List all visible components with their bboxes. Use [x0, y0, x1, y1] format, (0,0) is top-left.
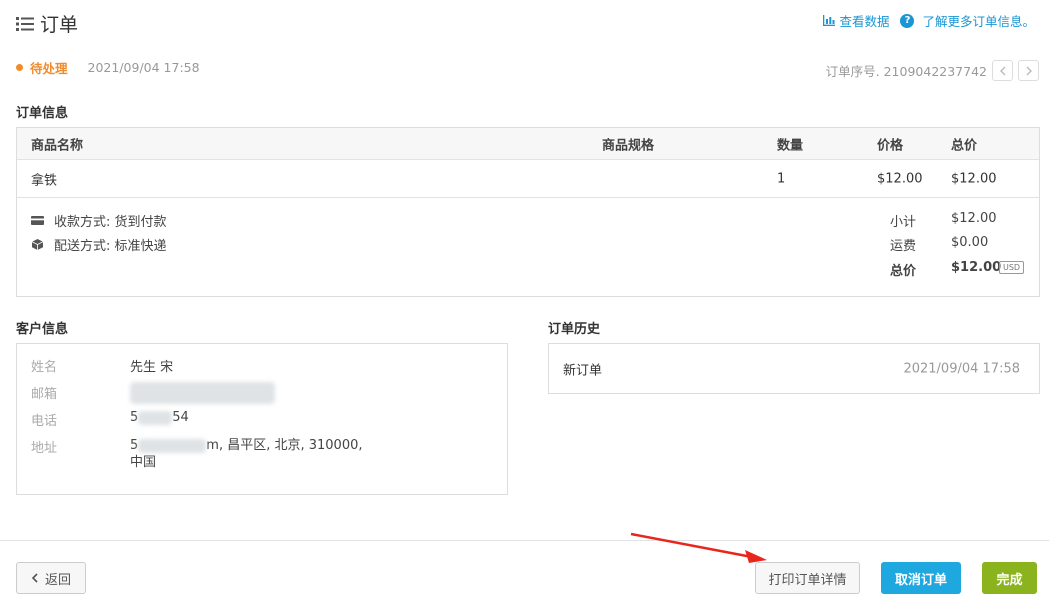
view-data-link[interactable]: 查看数据: [823, 11, 889, 30]
address-prefix: 5: [130, 438, 139, 453]
payment-method-text: 收款方式: 货到付款: [54, 215, 167, 230]
table-row: 拿铁 1 $12.00 $12.00: [17, 160, 1039, 198]
item-quantity: 1: [777, 171, 786, 186]
customer-address-value: 5 m, 昌平区, 北京, 310000, 中国: [130, 437, 363, 471]
chevron-right-icon: [1026, 66, 1032, 75]
freight-value: $0.00: [951, 235, 989, 250]
subtotal-label: 小计: [889, 215, 916, 230]
view-data-label: 查看数据: [839, 14, 890, 29]
complete-order-button[interactable]: 完成: [982, 562, 1037, 594]
help-icon[interactable]: ?: [900, 13, 915, 28]
order-items-table: 商品名称 商品规格 数量 价格 总价 拿铁 1 $12.00 $12.00 收款…: [16, 127, 1040, 297]
item-total: $12.00: [951, 171, 997, 186]
grand-total-value: $12.00: [951, 260, 1002, 275]
previous-order-button[interactable]: [992, 60, 1013, 81]
phone-prefix: 5: [130, 410, 139, 425]
table-header: 商品名称 商品规格 数量 价格 总价: [17, 128, 1039, 160]
cancel-order-button[interactable]: 取消订单: [881, 562, 961, 594]
column-header-name: 商品名称: [31, 138, 84, 153]
top-links: 查看数据 ? 了解更多订单信息。: [823, 11, 1035, 30]
status-datetime: 2021/09/04 17:58: [87, 60, 200, 75]
grand-total-label: 总价: [889, 264, 916, 279]
customer-name-label: 姓名: [31, 360, 58, 375]
shipping-method-text: 配送方式: 标准快递: [54, 239, 167, 254]
status-badge: 待处理: [30, 61, 68, 76]
list-icon: [16, 16, 34, 31]
history-event: 新订单: [563, 363, 603, 378]
page-title: 订单: [16, 10, 78, 37]
customer-address-label: 地址: [31, 441, 58, 456]
chevron-left-icon: [999, 66, 1005, 75]
chevron-left-icon: [31, 573, 38, 583]
customer-name-value: 先生 宋: [130, 360, 174, 375]
payment-method: 收款方式: 货到付款: [31, 211, 167, 230]
column-header-total: 总价: [951, 138, 978, 153]
next-order-button[interactable]: [1018, 60, 1039, 81]
customer-info-title: 客户信息: [16, 322, 69, 337]
freight-label: 运费: [889, 239, 916, 254]
customer-phone-value: 5 54: [130, 410, 189, 425]
page-title-text: 订单: [40, 14, 79, 36]
address-suffix: m, 昌平区, 北京, 310000,: [206, 438, 363, 453]
currency-badge: USD: [999, 261, 1025, 274]
column-header-qty: 数量: [777, 138, 804, 153]
back-button[interactable]: 返回: [16, 562, 86, 594]
redacted-email: [130, 382, 275, 404]
credit-card-icon: [31, 216, 44, 225]
annotation-arrow-icon: [630, 532, 767, 563]
subtotal-value: $12.00: [951, 211, 997, 226]
print-order-button[interactable]: 打印订单详情: [755, 562, 860, 594]
order-status-row: 待处理 2021/09/04 17:58: [16, 58, 200, 77]
order-number: 订单序号. 2109042237742: [825, 64, 987, 79]
order-history-panel: 新订单 2021/09/04 17:58: [548, 343, 1040, 394]
history-time: 2021/09/04 17:58: [903, 361, 1020, 376]
customer-email-label: 邮箱: [31, 387, 58, 402]
order-summary: 收款方式: 货到付款 配送方式: 标准快递 小计 $12.00 运费 $0.00…: [17, 198, 1039, 296]
order-history-title: 订单历史: [548, 322, 601, 337]
column-header-spec: 商品规格: [602, 138, 655, 153]
back-button-label: 返回: [44, 572, 71, 588]
status-dot-icon: [16, 64, 23, 71]
address-country: 中国: [130, 455, 157, 470]
page-header: 订单 查看数据 ? 了解更多订单信息。: [0, 0, 1049, 46]
bar-chart-icon: [823, 15, 836, 26]
order-info-title: 订单信息: [16, 106, 69, 121]
phone-suffix: 54: [172, 410, 189, 425]
customer-email-value: [130, 382, 275, 404]
action-footer: 返回 打印订单详情 取消订单 完成: [0, 540, 1049, 604]
order-navigation: 订单序号. 2109042237742: [826, 60, 1039, 81]
column-header-price: 价格: [877, 138, 904, 153]
customer-phone-label: 电话: [31, 414, 58, 429]
learn-more-link[interactable]: 了解更多订单信息。: [922, 11, 1035, 30]
customer-info-panel: 姓名 先生 宋 邮箱 电话 5 54 地址 5 m, 昌平区, 北京, 310000…: [16, 343, 508, 495]
package-icon: [31, 239, 44, 250]
item-name: 拿铁: [31, 173, 58, 188]
shipping-method: 配送方式: 标准快递: [31, 235, 167, 254]
redacted-address: [138, 438, 207, 453]
redacted-phone: [138, 410, 173, 425]
item-price: $12.00: [877, 171, 923, 186]
